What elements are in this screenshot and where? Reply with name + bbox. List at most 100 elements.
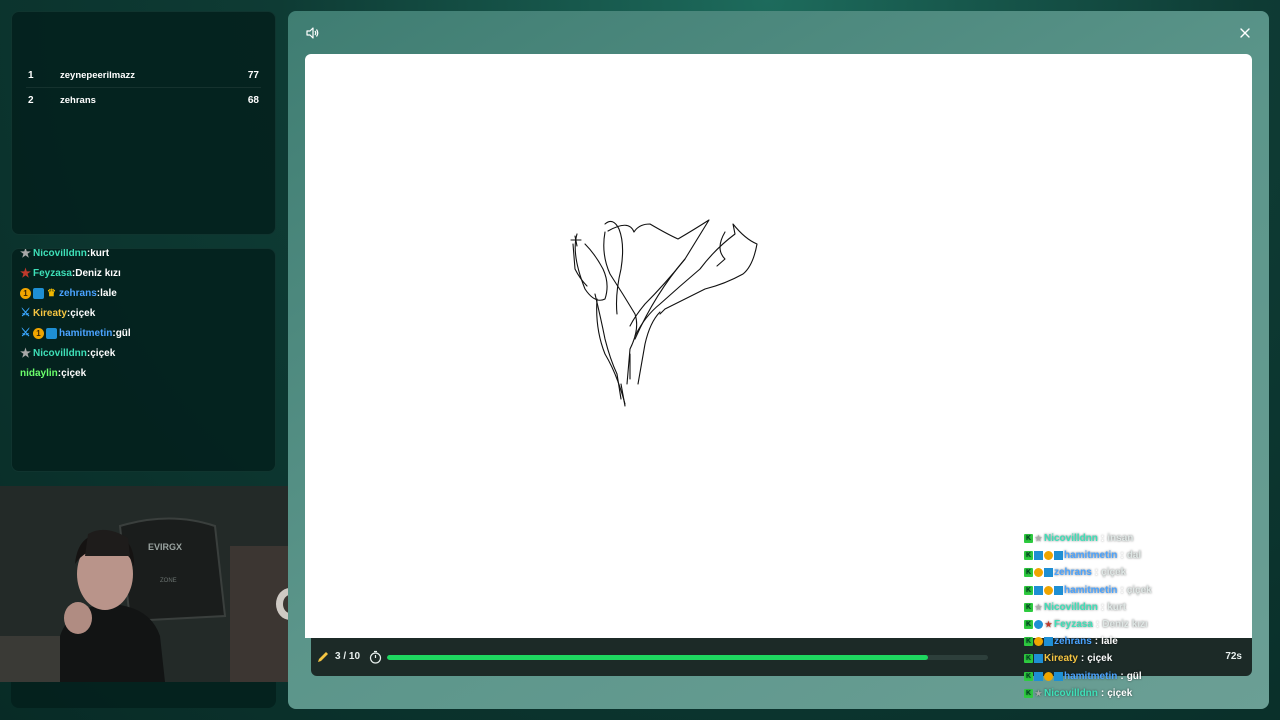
overlay-chat-message: K ★ Nicovilldnn: çiçek xyxy=(1024,687,1133,699)
kick-badge-icon: K xyxy=(1024,688,1033,698)
star-badge-icon: ★ xyxy=(1034,688,1043,698)
overlay-text: gül xyxy=(1126,670,1142,682)
star-badge-icon: ★ xyxy=(20,248,31,260)
grid-badge-icon xyxy=(1054,585,1063,595)
globe-badge-icon xyxy=(1034,620,1043,630)
leaderboard-score: 68 xyxy=(247,94,259,106)
overlay-chat-message: K hamitmetin: dal xyxy=(1024,550,1142,562)
grid-badge-icon xyxy=(1044,568,1053,578)
grid-badge-icon xyxy=(1054,551,1063,561)
overlay-chat-message: K Kireaty: çiçek xyxy=(1024,653,1113,665)
kick-badge-icon: K xyxy=(1024,602,1033,612)
leaderboard-rank: 1 xyxy=(28,70,34,81)
sword-badge-icon xyxy=(1034,551,1043,561)
kick-badge-icon: K xyxy=(1024,654,1033,664)
kick-badge-icon: K xyxy=(1024,585,1033,595)
leaderboard-row: 2 zehrans 68 xyxy=(26,88,261,112)
overlay-chat-message: K hamitmetin: çiçek xyxy=(1024,584,1152,596)
chat-username[interactable]: Nicovilldnn xyxy=(33,249,87,259)
chat-username[interactable]: hamitmetin xyxy=(59,328,112,339)
overlay-username: hamitmetin xyxy=(1064,670,1118,682)
overlay-username: Nicovilldnn xyxy=(1044,687,1098,699)
overlay-chat-message: K ★ Feyzasa: Deniz kızı xyxy=(1024,619,1148,631)
coin-badge-icon: 1 xyxy=(20,287,31,299)
chat-username[interactable]: Feyzasa xyxy=(33,268,72,279)
chat-username[interactable]: Nicovilldnn xyxy=(33,348,87,359)
sword-badge-icon: ⚔ xyxy=(20,306,31,319)
overlay-chat-message: K zehrans: lale xyxy=(1024,636,1118,648)
coin-badge-icon xyxy=(1044,671,1053,681)
overlay-username: Nicovilldnn xyxy=(1044,601,1098,613)
close-icon[interactable] xyxy=(1238,26,1252,40)
overlay-text: çiçek xyxy=(1087,653,1113,665)
chair-brand-sub: ZONE xyxy=(160,578,177,584)
overlay-chat-message: K zehrans: çiçek xyxy=(1024,567,1127,579)
star-badge-icon: ★ xyxy=(1034,602,1043,612)
red-star-badge-icon: ★ xyxy=(1044,620,1053,630)
sword-badge-icon xyxy=(1034,585,1043,595)
overlay-text: dal xyxy=(1126,550,1142,562)
overlay-username: Kireaty xyxy=(1044,653,1078,665)
round-counter: 3 / 10 xyxy=(335,651,361,662)
coin-badge-icon xyxy=(1034,637,1043,647)
speaker-icon[interactable] xyxy=(305,26,319,40)
coin-badge-icon xyxy=(1044,585,1053,595)
chat-username[interactable]: zehrans xyxy=(59,288,97,299)
red-star-badge-icon: ★ xyxy=(20,265,31,280)
overlay-chat-message: K ★ Nicovilldnn: kurt xyxy=(1024,601,1127,613)
kick-badge-icon: K xyxy=(1024,637,1033,647)
star-badge-icon: ★ xyxy=(1034,534,1043,544)
overlay-chat-message: K hamitmetin: gül xyxy=(1024,670,1142,682)
overlay-text: kurt xyxy=(1107,601,1127,613)
chat-message: ★ Feyzasa: Deniz kızı xyxy=(20,265,121,280)
person-hand xyxy=(64,602,92,634)
overlay-username: Feyzasa xyxy=(1054,619,1093,631)
time-progress-fill xyxy=(387,655,928,660)
overlay-username: hamitmetin xyxy=(1064,584,1118,596)
overlay-text: Deniz kızı xyxy=(1102,619,1148,631)
kick-badge-icon: K xyxy=(1024,568,1033,578)
sword-badge-icon: ⚔ xyxy=(20,326,31,339)
kick-badge-icon: K xyxy=(1024,671,1033,681)
coin-badge-icon xyxy=(1044,551,1053,561)
kick-badge-icon: K xyxy=(1024,534,1033,544)
overlay-username: Nicovilldnn xyxy=(1044,533,1098,545)
overlay-text: lale xyxy=(1101,636,1118,648)
pencil-icon xyxy=(318,652,328,662)
leaderboard-name: zeynepeerilmazz xyxy=(60,70,135,81)
chat-panel: ★ Nicovilldnn: kurt ★ Feyzasa: Deniz kızı … xyxy=(11,248,276,472)
star-badge-icon: ★ xyxy=(20,345,31,360)
grid-badge-icon xyxy=(1044,637,1053,647)
overlay-username: zehrans xyxy=(1054,636,1092,648)
chat-text: çiçek xyxy=(90,347,116,359)
crown-badge-icon: ♛ xyxy=(47,287,56,299)
grid-badge-icon xyxy=(1054,671,1063,681)
chat-username[interactable]: nidaylin xyxy=(20,368,58,379)
overlay-text: çiçek xyxy=(1107,687,1133,699)
overlay-username: zehrans xyxy=(1054,567,1092,579)
chat-message: 1 ♛ zehrans: lale xyxy=(20,283,267,303)
leaderboard-panel: 1 zeynepeerilmazz 77 2 zehrans 68 xyxy=(11,11,276,235)
kick-badge-icon: K xyxy=(1024,551,1033,561)
grid-badge-icon xyxy=(46,327,57,339)
leaderboard-name: zehrans xyxy=(60,94,96,106)
sword-badge-icon xyxy=(1034,671,1043,681)
chat-message: ⚔ Kireaty: çiçek xyxy=(20,306,96,319)
time-progress-bar xyxy=(387,655,988,660)
overlay-text: çiçek xyxy=(1126,584,1152,596)
leaderboard-score: 77 xyxy=(247,70,259,81)
leaderboard-rank: 2 xyxy=(28,94,34,106)
chat-message: ★ Nicovilldnn: çiçek xyxy=(20,345,116,360)
chat-text: çiçek xyxy=(61,367,87,379)
webcam-feed: EVIRGX ZONE xyxy=(0,486,311,682)
coin-badge-icon: 1 xyxy=(33,327,44,339)
chat-username[interactable]: Kireaty xyxy=(33,308,67,319)
chat-text: gül xyxy=(115,327,131,339)
chat-text: lale xyxy=(100,287,117,299)
sword-badge-icon xyxy=(1034,654,1043,664)
webcam-scene: EVIRGX ZONE xyxy=(0,486,311,682)
stopwatch-icon xyxy=(369,650,382,664)
coin-badge-icon xyxy=(1034,568,1043,578)
chat-text: Deniz kızı xyxy=(75,267,121,279)
kick-badge-icon: K xyxy=(1024,620,1033,630)
